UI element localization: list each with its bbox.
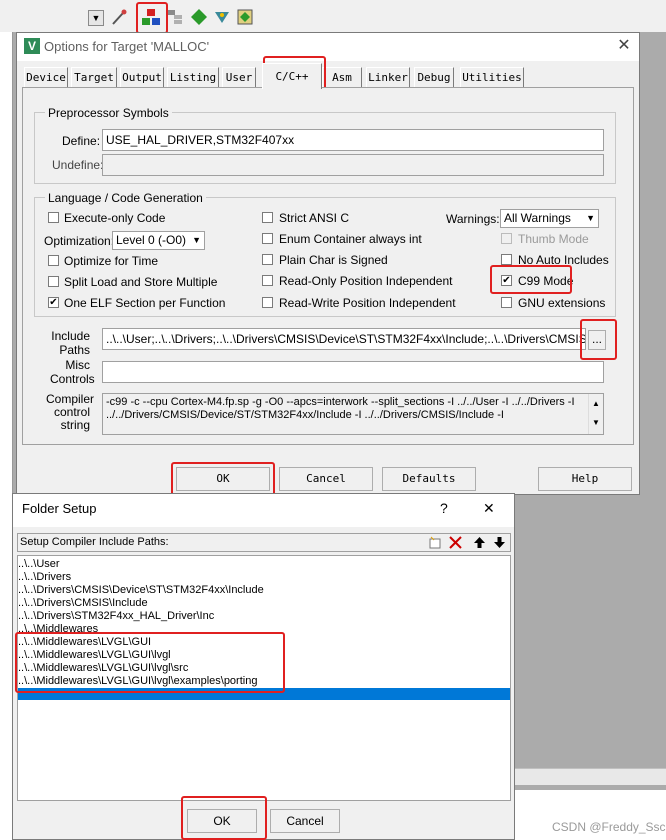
plain-char-label: Plain Char is Signed (279, 253, 388, 267)
define-field[interactable]: USE_HAL_DRIVER,STM32F407xx (102, 129, 604, 151)
manage-icon[interactable] (166, 8, 184, 26)
compiler-scrollbar[interactable]: ▲ ▼ (588, 394, 603, 434)
tab-cpp[interactable]: C/C++ (262, 63, 322, 89)
target-options-icon[interactable] (141, 7, 161, 27)
thumb-mode-label: Thumb Mode (518, 232, 589, 246)
strict-ansi-label: Strict ANSI C (279, 211, 350, 225)
wand-icon[interactable] (110, 8, 128, 26)
chevron-down-icon: ▼ (192, 235, 201, 245)
language-group-title: Language / Code Generation (45, 191, 206, 205)
tab-asm[interactable]: Asm (322, 67, 362, 87)
one-elf-label: One ELF Section per Function (64, 296, 226, 310)
compiler-line-2: ../../Drivers/CMSIS/Device/ST/STM32F4xx/… (106, 409, 504, 421)
include-paths-field[interactable]: ..\..\User;..\..\Drivers;..\..\Drivers\C… (102, 328, 586, 350)
move-down-icon[interactable] (492, 535, 507, 550)
path-item[interactable]: ..\..\Middlewares\LVGL\GUI\lvgl\examples… (18, 675, 257, 688)
misc-label: Misc Controls (50, 358, 95, 386)
tab-utilities[interactable]: Utilities (460, 67, 524, 87)
close-icon[interactable]: ✕ (614, 36, 634, 56)
no-auto-includes-label: No Auto Includes (518, 253, 609, 267)
strict-ansi-checkbox[interactable] (262, 212, 273, 223)
ro-pos-label: Read-Only Position Independent (279, 274, 453, 288)
cancel-button[interactable]: Cancel (279, 467, 373, 491)
tab-linker[interactable]: Linker (366, 67, 410, 87)
tab-listing[interactable]: Listing (167, 67, 219, 87)
optimize-time-label: Optimize for Time (64, 254, 159, 268)
dropdown-arrow-icon[interactable]: ▼ (88, 10, 104, 26)
browse-button[interactable]: ... (588, 330, 606, 350)
options-title: Options for Target 'MALLOC' (44, 39, 210, 54)
path-item[interactable]: ..\..\Middlewares\LVGL\GUI\lvgl\src (18, 662, 188, 675)
keil-app-icon: V (24, 38, 40, 54)
compiler-label: Compiler control string (46, 392, 95, 432)
ro-pos-checkbox[interactable] (262, 275, 273, 286)
watermark: CSDN @Freddy_Ssc (552, 820, 666, 834)
split-load-label: Split Load and Store Multiple (64, 275, 218, 289)
move-up-icon[interactable] (472, 535, 487, 550)
misc-field[interactable] (102, 361, 604, 383)
optimization-label: Optimization: (44, 234, 115, 248)
tab-debug[interactable]: Debug (414, 67, 454, 87)
execute-only-label: Execute-only Code (64, 211, 166, 225)
help-button[interactable]: Help (538, 467, 632, 491)
selected-empty-row[interactable] (18, 688, 510, 700)
warnings-label: Warnings: (446, 212, 500, 226)
gnu-ext-checkbox[interactable] (501, 297, 512, 308)
debug-icon[interactable] (213, 8, 231, 26)
warnings-select[interactable]: All Warnings ▼ (500, 209, 599, 228)
execute-only-checkbox[interactable] (48, 212, 59, 223)
tab-user[interactable]: User (222, 67, 256, 87)
include-paths-label: Include Paths (51, 329, 90, 357)
path-item[interactable]: ..\..\Drivers\CMSIS\Device\ST\STM32F4xx\… (18, 584, 264, 597)
define-label: Define: (62, 134, 101, 148)
gnu-ext-label: GNU extensions (518, 296, 606, 310)
pack-icon[interactable] (236, 8, 254, 26)
path-item[interactable]: ..\..\Middlewares\LVGL\GUI\lvgl (18, 649, 171, 662)
undefine-label: Undefine: (52, 158, 104, 172)
enum-container-label: Enum Container always int (279, 232, 422, 246)
plain-char-checkbox[interactable] (262, 254, 273, 265)
undefine-field[interactable] (102, 154, 604, 176)
rw-pos-checkbox[interactable] (262, 297, 273, 308)
c99-mode-label: C99 Mode (518, 274, 574, 288)
delete-icon[interactable] (448, 535, 463, 550)
optimization-value: Level 0 (-O0) (116, 233, 187, 247)
tab-output[interactable]: Output (120, 67, 164, 87)
compiler-string-box: -c99 -c --cpu Cortex-M4.fp.sp -g -O0 --a… (102, 393, 604, 435)
enum-container-checkbox[interactable] (262, 233, 273, 244)
preprocessor-group-title: Preprocessor Symbols (45, 106, 172, 120)
help-icon[interactable]: ? (440, 500, 448, 516)
compiler-line-1: -c99 -c --cpu Cortex-M4.fp.sp -g -O0 --a… (106, 396, 575, 408)
folder-ok-button[interactable]: OK (187, 809, 257, 833)
new-folder-icon[interactable] (428, 535, 443, 550)
tab-target[interactable]: Target (71, 67, 117, 87)
split-load-checkbox[interactable] (48, 276, 59, 287)
diamond-icon[interactable] (190, 8, 208, 26)
c99-mode-checkbox[interactable]: ✔ (501, 275, 512, 286)
optimize-time-checkbox[interactable] (48, 255, 59, 266)
defaults-button[interactable]: Defaults (382, 467, 476, 491)
rw-pos-label: Read-Write Position Independent (279, 296, 456, 310)
optimization-select[interactable]: Level 0 (-O0) ▼ (112, 231, 205, 250)
path-item[interactable]: ..\..\User (18, 558, 60, 571)
chevron-down-icon: ▼ (586, 213, 595, 223)
path-item[interactable]: ..\..\Drivers\CMSIS\Include (18, 597, 148, 610)
ide-horizontal-scrollbar[interactable] (515, 768, 666, 785)
path-item[interactable]: ..\..\Drivers\STM32F4xx_HAL_Driver\Inc (18, 610, 214, 623)
paths-header-label: Setup Compiler Include Paths: (20, 536, 169, 548)
path-item[interactable]: ..\..\Drivers (18, 571, 71, 584)
paths-header: Setup Compiler Include Paths: (17, 533, 511, 552)
folder-cancel-button[interactable]: Cancel (270, 809, 340, 833)
one-elf-checkbox[interactable]: ✔ (48, 297, 59, 308)
close-icon[interactable]: ✕ (483, 500, 495, 517)
tab-device[interactable]: Device (24, 67, 68, 87)
ok-button[interactable]: OK (176, 467, 270, 491)
thumb-mode-checkbox (501, 233, 512, 244)
warnings-value: All Warnings (504, 211, 571, 225)
path-item[interactable]: ..\..\Middlewares (18, 623, 98, 636)
no-auto-includes-checkbox[interactable] (501, 254, 512, 265)
path-item[interactable]: ..\..\Middlewares\LVGL\GUI (18, 636, 151, 649)
folder-title: Folder Setup (22, 501, 97, 516)
